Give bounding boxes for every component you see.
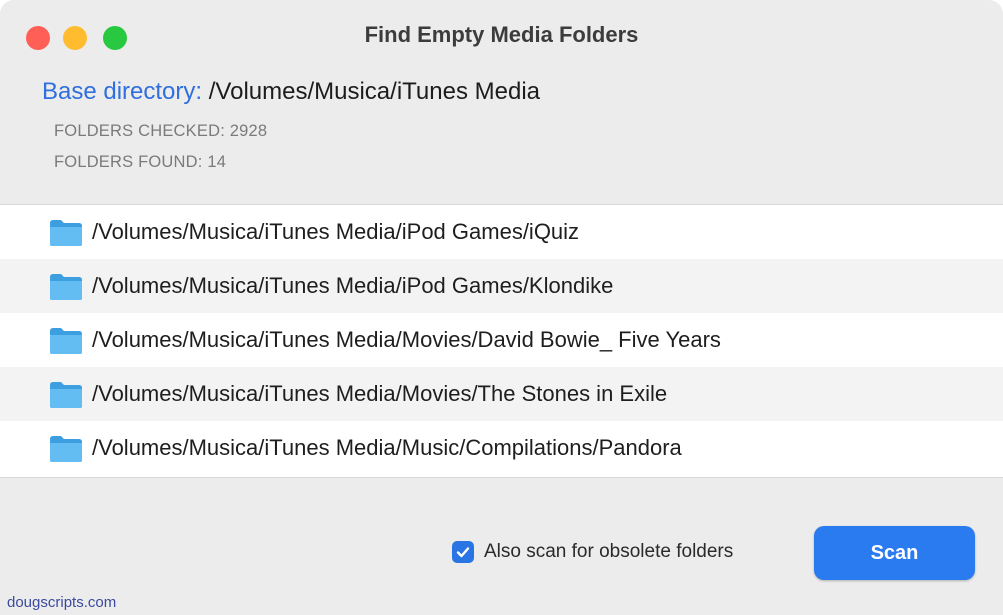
checkmark-icon [456, 547, 470, 558]
folder-icon [50, 220, 82, 246]
list-item[interactable]: /Volumes/Musica/iTunes Media/Movies/The … [0, 367, 1003, 421]
list-item[interactable]: /Volumes/Musica/iTunes Media/iPod Games/… [0, 205, 1003, 259]
folders-found-count: FOLDERS FOUND: 14 [54, 153, 227, 171]
obsolete-folders-checkbox[interactable] [452, 541, 474, 563]
folder-icon [50, 382, 82, 408]
folder-path: /Volumes/Musica/iTunes Media/Music/Compi… [92, 435, 682, 460]
list-item[interactable]: /Volumes/Musica/iTunes Media/Music/Compi… [0, 421, 1003, 475]
folder-path: /Volumes/Musica/iTunes Media/iPod Games/… [92, 273, 614, 298]
list-item[interactable]: /Volumes/Musica/iTunes Media/Movies/Davi… [0, 313, 1003, 367]
window-title: Find Empty Media Folders [364, 22, 639, 47]
base-directory-label[interactable]: Base directory: [42, 78, 202, 105]
title-bar[interactable]: Find Empty Media Folders [0, 0, 1003, 68]
folder-icon [50, 436, 82, 462]
folder-icon [50, 274, 82, 300]
obsolete-folders-option[interactable]: Also scan for obsolete folders [452, 541, 733, 563]
base-directory: Base directory: /Volumes/Musica/iTunes M… [42, 78, 540, 106]
list-item[interactable]: /Volumes/Musica/iTunes Media/iPod Games/… [0, 259, 1003, 313]
scan-button[interactable]: Scan [814, 526, 975, 580]
folder-path: /Volumes/Musica/iTunes Media/Movies/The … [92, 381, 668, 406]
folder-icon [50, 328, 82, 354]
folder-list[interactable]: /Volumes/Musica/iTunes Media/iPod Games/… [0, 204, 1003, 478]
base-directory-path: /Volumes/Musica/iTunes Media [208, 78, 541, 105]
site-watermark: dougscripts.com [7, 594, 117, 611]
folder-path: /Volumes/Musica/iTunes Media/iPod Games/… [92, 219, 580, 244]
folders-checked-count: FOLDERS CHECKED: 2928 [54, 122, 268, 140]
obsolete-folders-label[interactable]: Also scan for obsolete folders [484, 541, 733, 563]
folder-path: /Volumes/Musica/iTunes Media/Movies/Davi… [92, 327, 721, 352]
app-window: Find Empty Media Folders Base directory:… [0, 0, 1003, 615]
